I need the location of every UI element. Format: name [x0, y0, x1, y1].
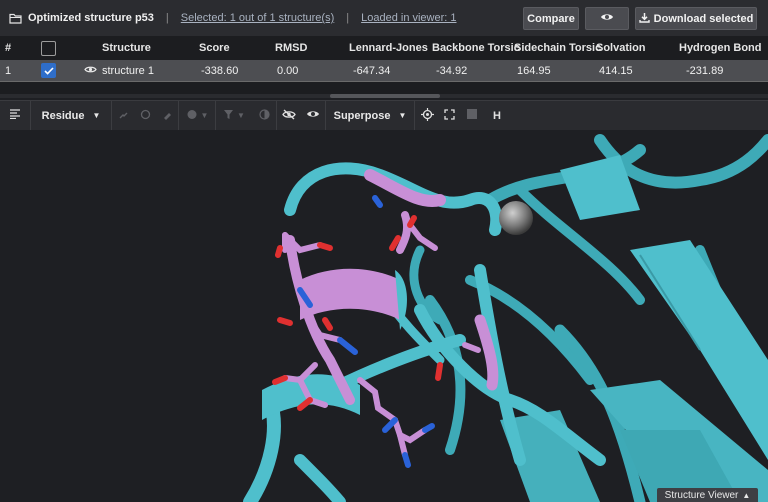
row-hydrogen-bond: -231.89 — [686, 64, 724, 77]
filter-dropdown-disabled[interactable]: ▼ — [216, 101, 252, 131]
row-rmsd: 0.00 — [277, 64, 299, 77]
sequence-toggle-button[interactable] — [0, 101, 30, 131]
alpha-helix — [262, 268, 407, 420]
page-title: Optimized structure p53 — [28, 12, 154, 24]
structure-viewer-canvas[interactable]: Structure Viewer ▲ — [0, 130, 768, 502]
column-header-lennard-jones[interactable]: Lennard-Jones — [349, 36, 428, 60]
table-horizontal-scrollbar[interactable] — [0, 94, 768, 98]
caret-down-icon: ▼ — [200, 111, 209, 120]
caret-down-icon: ▼ — [398, 111, 407, 120]
compare-button[interactable]: Compare — [523, 7, 579, 30]
column-header-hydrogen-bond[interactable]: Hydrogen Bond — [679, 36, 762, 60]
top-bar: Optimized structure p53 | Selected: 1 ou… — [0, 0, 768, 36]
separator: | — [165, 12, 169, 24]
row-lennard-jones: -647.34 — [353, 64, 391, 77]
row-sidechain-torsion: 164.95 — [517, 64, 551, 77]
lasso-icon — [118, 109, 129, 123]
paint-icon — [162, 109, 173, 123]
row-solvation: 414.15 — [599, 64, 633, 77]
select-all-checkbox-cell — [41, 36, 56, 60]
eye-icon — [84, 65, 97, 77]
viewer-toolbar: Residue ▼ ▼ ▼ Superpose ▼ H — [0, 100, 768, 131]
protein-rendering — [243, 134, 768, 502]
tool-button-disabled[interactable] — [156, 101, 178, 131]
hide-button[interactable] — [277, 101, 301, 131]
column-header-solvation[interactable]: Solvation — [596, 36, 646, 60]
download-icon — [638, 12, 650, 26]
filter-icon — [223, 109, 234, 123]
scrollbar-thumb[interactable] — [330, 94, 440, 98]
column-header-backbone-torsion[interactable]: Backbone Torsic — [432, 36, 520, 60]
color-dropdown-disabled[interactable]: ▼ — [179, 101, 215, 131]
column-header-score[interactable]: Score — [199, 36, 230, 60]
expand-icon — [443, 108, 455, 123]
separator: | — [346, 12, 350, 24]
table-row[interactable]: 1 structure 1 -338.60 0.00 -647.34 -34.9… — [0, 60, 768, 82]
fullscreen-button[interactable] — [439, 101, 459, 131]
tool-button-disabled[interactable] — [134, 101, 156, 131]
tool-button-disabled[interactable] — [112, 101, 134, 131]
structure-viewer-tab[interactable]: Structure Viewer ▲ — [657, 488, 758, 502]
residue-dropdown-label: Residue — [41, 109, 85, 122]
half-circle-icon — [258, 108, 270, 123]
palette-icon — [186, 109, 198, 123]
show-button[interactable] — [301, 101, 325, 131]
row-checkbox[interactable] — [41, 63, 56, 78]
row-score: -338.60 — [201, 64, 239, 77]
column-header-structure[interactable]: Structure — [102, 36, 151, 60]
eye-icon — [306, 109, 320, 122]
structure-viewer-tab-label: Structure Viewer — [664, 489, 739, 501]
image-icon — [466, 108, 478, 123]
loaded-in-viewer-link[interactable]: Loaded in viewer: 1 — [361, 12, 456, 24]
select-all-checkbox[interactable] — [41, 40, 56, 56]
caret-down-icon: ▼ — [92, 111, 101, 120]
column-header-sidechain-torsion[interactable]: Sidechain Torsic — [514, 36, 601, 60]
download-selected-label: Download selected — [653, 12, 754, 25]
superpose-dropdown[interactable]: Superpose ▼ — [326, 101, 414, 131]
row-checkbox-cell — [41, 60, 56, 81]
download-selected-button[interactable]: Download selected — [635, 7, 757, 30]
view-toggle-button[interactable] — [585, 7, 629, 30]
title-group: Optimized structure p53 — [0, 12, 154, 24]
crosshair-icon — [420, 107, 434, 124]
superpose-dropdown-label: Superpose — [333, 109, 391, 122]
row-visibility-toggle[interactable] — [84, 60, 97, 81]
header-actions: Compare Download selected — [523, 7, 757, 30]
ion-sphere — [499, 201, 533, 235]
row-structure-name: structure 1 — [102, 64, 154, 77]
eye-slash-icon — [282, 108, 296, 123]
folder-icon — [9, 13, 22, 24]
eye-icon — [600, 12, 614, 25]
circle-select-icon — [140, 109, 151, 123]
row-index: 1 — [5, 64, 12, 77]
residue-dropdown[interactable]: Residue ▼ — [31, 101, 111, 131]
screenshot-button-disabled[interactable] — [459, 101, 485, 131]
contrast-button-disabled[interactable] — [252, 101, 276, 131]
hydrogen-toggle-button[interactable]: H — [485, 101, 509, 131]
align-left-icon — [9, 109, 21, 122]
row-backbone-torsion: -34.92 — [436, 64, 468, 77]
center-button[interactable] — [415, 101, 439, 131]
caret-up-icon: ▲ — [742, 490, 751, 500]
column-header-index[interactable]: # — [5, 36, 11, 60]
table-header: # Structure Score RMSD Lennard-Jones Bac… — [0, 36, 768, 60]
column-header-rmsd[interactable]: RMSD — [275, 36, 307, 60]
selected-count-link[interactable]: Selected: 1 out of 1 structure(s) — [181, 12, 334, 24]
structures-table: # Structure Score RMSD Lennard-Jones Bac… — [0, 36, 768, 98]
caret-down-icon: ▼ — [237, 111, 245, 120]
